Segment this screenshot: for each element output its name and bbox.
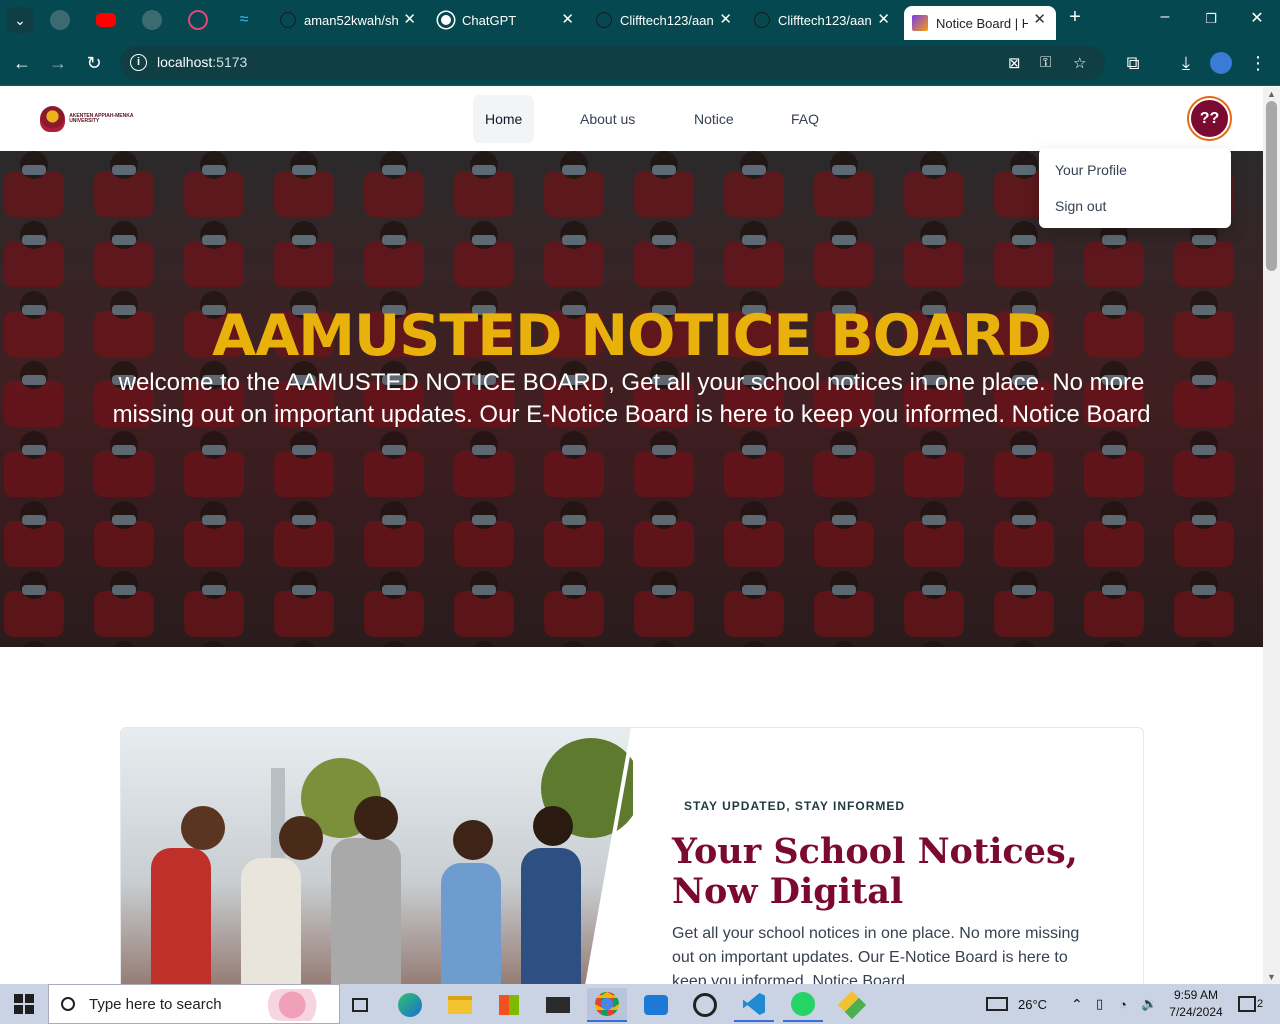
pinned-tab-youtube-icon[interactable] (96, 13, 116, 27)
scrollbar-thumb[interactable] (1266, 101, 1277, 271)
chrome-icon[interactable] (587, 988, 627, 1022)
window-close-icon[interactable]: ✕ (1245, 8, 1269, 28)
tab-title: Notice Board | H (936, 15, 1028, 31)
tab-github-3[interactable]: Clifftech123/aan ✕ (754, 6, 890, 34)
profile-avatar-icon[interactable] (1210, 52, 1232, 74)
scroll-up-icon[interactable]: ▲ (1267, 89, 1276, 99)
taskbar-search-box[interactable]: Type here to search (48, 984, 340, 1024)
reload-icon[interactable]: ↻ (82, 51, 106, 75)
system-clock[interactable]: 9:59 AM 7/24/2024 (1160, 987, 1232, 1021)
cast-blocked-icon[interactable]: ⊠ (1008, 54, 1021, 72)
menu-item-sign-out[interactable]: Sign out (1039, 188, 1231, 224)
feature-eyebrow: STAY UPDATED, STAY INFORMED (684, 799, 906, 813)
notification-center-icon[interactable]: 2 (1238, 984, 1263, 1024)
user-dropdown-menu: Your Profile Sign out (1039, 148, 1231, 228)
site-info-icon[interactable]: i (130, 54, 147, 71)
back-arrow-icon[interactable]: ← (10, 51, 34, 75)
search-highlight-doodle-icon[interactable] (265, 989, 333, 1021)
task-view-icon[interactable] (340, 988, 380, 1022)
search-icon (61, 997, 75, 1011)
notification-count: 2 (1257, 998, 1264, 1010)
close-icon[interactable]: ✕ (1033, 11, 1046, 29)
close-icon[interactable]: ✕ (403, 11, 416, 29)
vite-icon (912, 15, 928, 31)
windows-taskbar: Type here to search 26°C ⌃ ▯ ◔ 🔉 9:59 AM… (0, 984, 1280, 1024)
tray-overflow-chevron-icon[interactable]: ⌃ (1071, 984, 1083, 1024)
git-kraken-icon[interactable] (832, 988, 872, 1022)
pinned-tab-react-icon[interactable] (188, 10, 208, 30)
github-icon (754, 12, 770, 28)
tab-title: Clifftech123/aan (778, 12, 872, 28)
pinned-tab-globe-icon-2[interactable] (142, 10, 162, 30)
tab-title: aman52kwah/sh (304, 12, 399, 28)
password-key-icon[interactable]: ⚿ (1040, 54, 1051, 71)
address-bar[interactable]: i localhost:5173 ⊠ ⚿ ☆ (120, 46, 1105, 80)
pinned-tab-tailwind-icon[interactable]: ≈ (234, 10, 254, 30)
url-text[interactable]: localhost:5173 (157, 54, 247, 70)
search-placeholder: Type here to search (89, 995, 222, 1013)
microsoft-store-icon[interactable] (489, 988, 529, 1022)
browser-tab-strip: ⌄ ≈ aman52kwah/sh ✕ ChatGPT ✕ Clifftech1… (0, 0, 1280, 40)
nav-about-us[interactable]: About us (568, 95, 647, 143)
close-icon[interactable]: ✕ (561, 11, 574, 29)
nav-notice[interactable]: Notice (682, 95, 746, 143)
forward-arrow-icon[interactable]: → (46, 51, 70, 75)
restore-icon[interactable]: ❐ (1199, 11, 1223, 27)
site-navbar: AKENTEN APPIAH-MENKA UNIVERSITY Home Abo… (0, 87, 1263, 151)
hero-title: AAMUSTED NOTICE BOARD (212, 303, 1052, 369)
tab-title: Clifftech123/aan (620, 12, 714, 28)
extensions-icon[interactable]: ⧉ (1121, 51, 1145, 75)
device-icon[interactable]: ▯ (1096, 984, 1103, 1024)
vscode-icon[interactable] (734, 988, 774, 1022)
github-icon (596, 12, 612, 28)
minimize-icon[interactable]: – (1153, 8, 1177, 26)
university-logo[interactable]: AKENTEN APPIAH-MENKA UNIVERSITY (40, 105, 136, 133)
whatsapp-icon[interactable] (783, 988, 823, 1022)
windows-start-icon[interactable] (14, 994, 34, 1014)
more-menu-icon[interactable]: ⋮ (1246, 51, 1270, 75)
tab-github-1[interactable]: aman52kwah/sh ✕ (280, 6, 416, 34)
camera-app-icon[interactable] (636, 988, 676, 1022)
close-icon[interactable]: ✕ (719, 11, 732, 29)
scroll-down-icon[interactable]: ▼ (1267, 972, 1276, 982)
file-explorer-icon[interactable] (440, 988, 480, 1022)
clock-date: 7/24/2024 (1169, 1005, 1223, 1019)
chatgpt-icon (438, 12, 454, 28)
volume-icon[interactable]: 🔉 (1141, 984, 1157, 1024)
tab-chatgpt[interactable]: ChatGPT ✕ (438, 6, 574, 34)
github-icon (280, 12, 296, 28)
logo-text: AKENTEN APPIAH-MENKA UNIVERSITY (69, 112, 134, 124)
university-crest-icon (40, 106, 66, 132)
tab-github-2[interactable]: Clifftech123/aan ✕ (596, 6, 732, 34)
page-scrollbar[interactable]: ▲ ▼ (1263, 87, 1280, 984)
weather-widget[interactable]: 26°C (986, 984, 1047, 1024)
clock-time: 9:59 AM (1173, 988, 1219, 1002)
browser-toolbar: ← → ↻ i localhost:5173 ⊠ ⚿ ☆ ⧉ ⤓ ⋮ (0, 40, 1280, 86)
user-avatar-button[interactable]: ?? (1189, 98, 1230, 139)
edge-browser-icon[interactable] (390, 988, 430, 1022)
feature-title: Your School Notices, Now Digital (672, 831, 1078, 912)
new-tab-button[interactable]: + (1063, 6, 1087, 29)
tab-notice-board-active[interactable]: Notice Board | H ✕ (904, 6, 1056, 40)
feature-card: STAY UPDATED, STAY INFORMED Your School … (120, 727, 1144, 984)
feature-description: Get all your school notices in one place… (672, 925, 1080, 984)
tab-search-button[interactable]: ⌄ (7, 7, 33, 33)
pinned-tab-globe-icon[interactable] (50, 10, 70, 30)
page-viewport: AKENTEN APPIAH-MENKA UNIVERSITY Home Abo… (0, 87, 1263, 984)
tab-title: ChatGPT (462, 12, 517, 28)
bookmark-star-icon[interactable]: ☆ (1073, 54, 1086, 72)
obs-icon[interactable] (685, 988, 725, 1022)
students-group-photo (121, 728, 633, 984)
download-icon[interactable]: ⤓ (1174, 51, 1198, 75)
nav-faq[interactable]: FAQ (779, 95, 831, 143)
hero-subtitle: welcome to the AAMUSTED NOTICE BOARD, Ge… (112, 369, 1151, 428)
wifi-icon[interactable]: ◔ (1119, 984, 1127, 1024)
weather-news-icon (986, 997, 1008, 1011)
mail-icon[interactable] (538, 988, 578, 1022)
nav-home[interactable]: Home (473, 95, 535, 143)
close-icon[interactable]: ✕ (877, 11, 890, 29)
weather-temperature: 26°C (1018, 996, 1048, 1012)
menu-item-your-profile[interactable]: Your Profile (1039, 152, 1231, 188)
